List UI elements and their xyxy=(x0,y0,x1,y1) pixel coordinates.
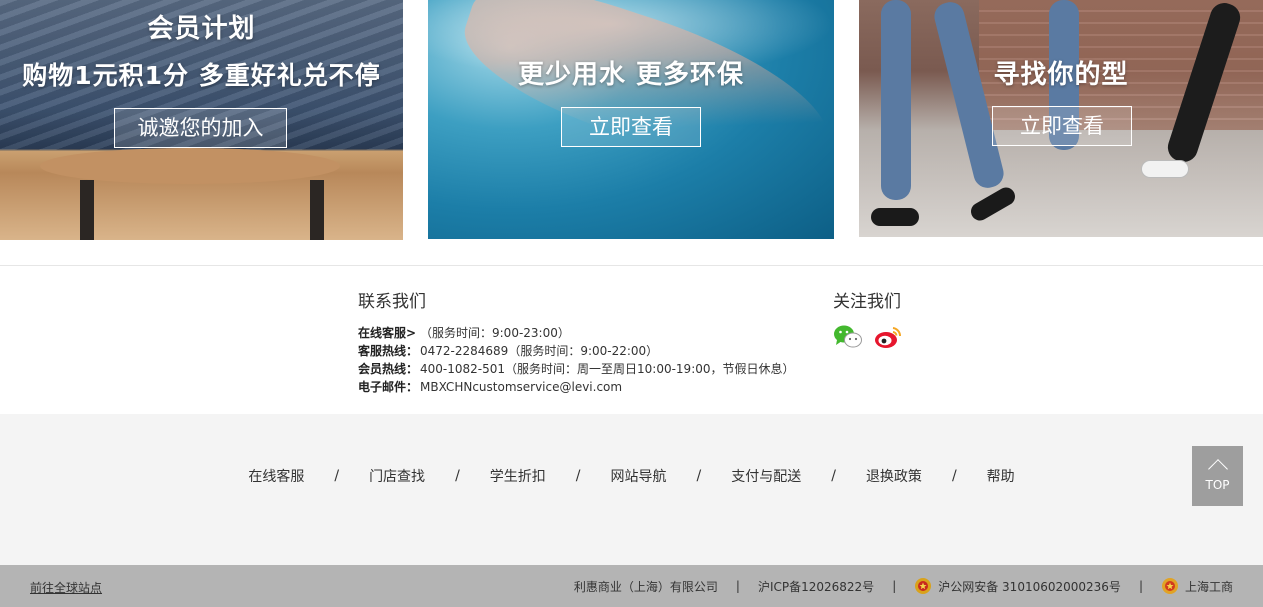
stool-leg xyxy=(80,180,94,240)
police-record-link[interactable]: 沪公网安备 31010602000236号 xyxy=(938,578,1121,595)
nav-separator: / xyxy=(951,468,957,484)
nav-separator: / xyxy=(696,468,702,484)
follow-us-section: 关注我们 xyxy=(833,287,902,350)
nav-store-locator[interactable]: 门店查找 xyxy=(369,466,425,486)
contact-title: 联系我们 xyxy=(358,292,426,312)
nav-site-map[interactable]: 网站导航 xyxy=(611,466,667,486)
view-now-button[interactable]: 立即查看 xyxy=(992,106,1132,146)
banner-find-your-style[interactable]: 寻找你的型 立即查看 xyxy=(859,0,1263,237)
legal-info: 利惠商业（上海）有限公司 | 沪ICP备12026822号 | 沪公网安备 31… xyxy=(574,577,1233,595)
company-name: 利惠商业（上海）有限公司 xyxy=(573,579,718,594)
nav-student-discount[interactable]: 学生折扣 xyxy=(490,466,546,486)
commerce-link[interactable]: 上海工商 xyxy=(1185,578,1233,595)
back-to-top-label: TOP xyxy=(1205,478,1230,492)
banner-image-shoe xyxy=(1141,160,1189,178)
nav-separator: / xyxy=(831,468,836,484)
banner-subtitle: 购物1元积1分 多重好礼兑不停 xyxy=(22,61,381,90)
footer-nav: 在线客服 / 门店查找 / 学生折扣 / 网站导航 / 支付与配送 / 退换政策… xyxy=(0,466,1263,486)
contact-email[interactable]: MBXCHNcustomservice@levi.com xyxy=(420,380,622,394)
banner-image-shoe xyxy=(871,208,919,226)
nav-return-policy[interactable]: 退换政策 xyxy=(866,466,922,486)
banner-title: 寻找你的型 xyxy=(993,60,1129,90)
view-now-button[interactable]: 立即查看 xyxy=(561,107,701,147)
banner-title: 会员计划 xyxy=(147,14,256,44)
banner-water-saving[interactable]: 更少用水 更多环保 立即查看 xyxy=(428,0,834,239)
contact-row-online-service: 在线客服> （服务时间：9:00-23:00） xyxy=(358,324,798,342)
follow-title: 关注我们 xyxy=(833,292,901,312)
icp-link[interactable]: 沪ICP备12026822号 xyxy=(758,578,874,595)
legal-divider: | xyxy=(735,579,740,593)
social-icons xyxy=(833,324,902,350)
chevron-up-icon xyxy=(1207,459,1228,479)
banner-image-shoe xyxy=(967,184,1019,224)
stool-leg xyxy=(310,180,324,240)
promo-banners: 会员计划 购物1元积1分 多重好礼兑不停 诚邀您的加入 更少用水 更多环保 立即… xyxy=(0,0,1263,240)
contact-row-member-hotline: 会员热线： 400-1082-501（服务时间：周一至周日10:00-19:00，… xyxy=(358,360,798,378)
contact-value: （服务时间：9:00-23:00） xyxy=(420,326,570,340)
nav-help[interactable]: 帮助 xyxy=(987,466,1015,486)
nav-payment-delivery[interactable]: 支付与配送 xyxy=(731,466,801,486)
back-to-top-button[interactable]: TOP xyxy=(1192,446,1243,506)
contact-us-section: 联系我们 在线客服> （服务时间：9:00-23:00） 客服热线： 0472-22… xyxy=(358,287,798,396)
banner-image-stool xyxy=(40,148,340,184)
weibo-icon[interactable] xyxy=(873,324,902,350)
bottom-legal-bar: 前往全球站点 利惠商业（上海）有限公司 | 沪ICP备12026822号 | 沪… xyxy=(0,565,1263,607)
nav-online-service[interactable]: 在线客服 xyxy=(248,466,304,486)
contact-label: 电子邮件： xyxy=(358,380,419,394)
banner-title: 更少用水 更多环保 xyxy=(517,60,745,90)
legal-divider: | xyxy=(1138,579,1143,593)
commerce-badge-icon xyxy=(1161,577,1179,595)
legal-divider: | xyxy=(892,579,897,593)
wechat-icon[interactable] xyxy=(833,324,862,350)
join-membership-button[interactable]: 诚邀您的加入 xyxy=(114,108,287,148)
banner-image-leg xyxy=(881,0,911,200)
contact-value: 400-1082-501（服务时间：周一至周日10:00-19:00，节假日休息… xyxy=(420,362,795,376)
nav-separator: / xyxy=(334,468,340,484)
global-site-link[interactable]: 前往全球站点 xyxy=(30,579,102,596)
contact-row-hotline: 客服热线： 0472-2284689（服务时间：9:00-22:00） xyxy=(358,342,798,360)
nav-separator: / xyxy=(575,468,581,484)
nav-separator: / xyxy=(455,468,460,484)
banner-membership[interactable]: 会员计划 购物1元积1分 多重好礼兑不停 诚邀您的加入 xyxy=(0,0,403,240)
online-service-link[interactable]: 在线客服> xyxy=(358,324,420,342)
contact-label: 会员热线： xyxy=(358,362,419,376)
contact-row-email: 电子邮件： MBXCHNcustomservice@levi.com xyxy=(358,378,798,396)
police-badge-icon xyxy=(914,577,932,595)
footer-nav-band: 在线客服 / 门店查找 / 学生折扣 / 网站导航 / 支付与配送 / 退换政策… xyxy=(0,414,1263,565)
section-divider xyxy=(0,265,1263,266)
contact-label: 客服热线： xyxy=(358,344,419,358)
contact-value: 0472-2284689（服务时间：9:00-22:00） xyxy=(420,344,659,358)
